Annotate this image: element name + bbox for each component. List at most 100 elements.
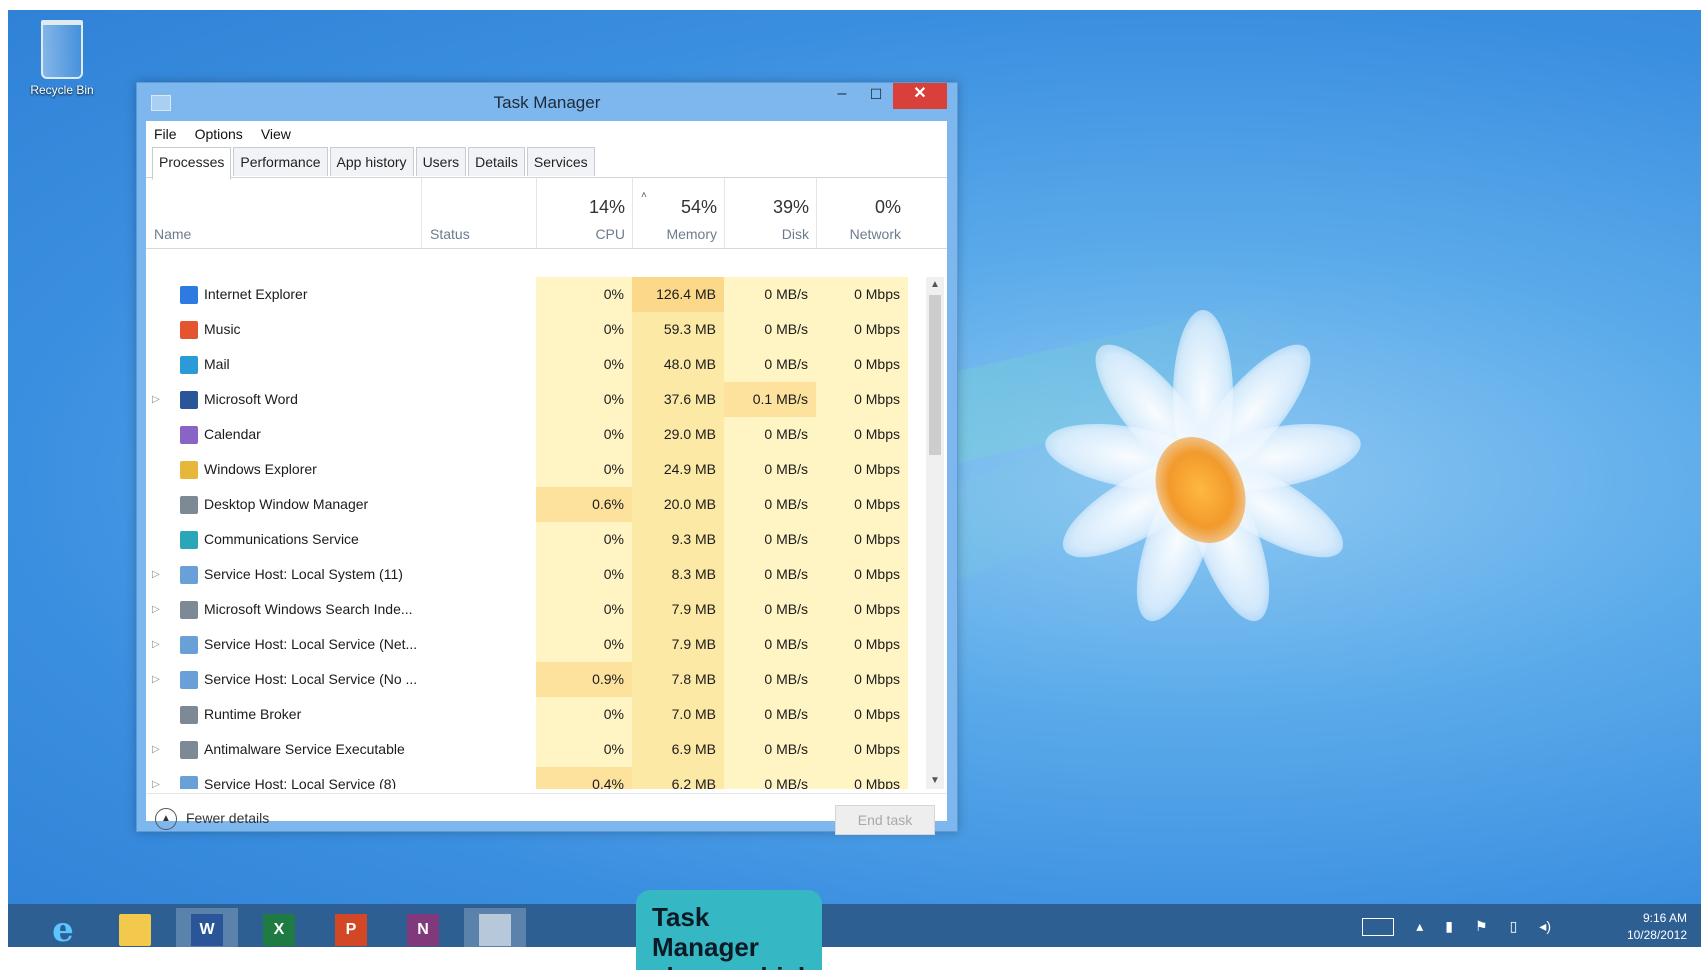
process-network: 0 Mbps xyxy=(816,522,908,557)
process-name: Music xyxy=(204,321,241,337)
table-row[interactable]: Windows Explorer 0% 24.9 MB 0 MB/s 0 Mbps xyxy=(146,452,922,487)
expand-arrow-icon[interactable] xyxy=(152,452,166,487)
column-disk[interactable]: 39% Disk xyxy=(724,178,817,248)
process-icon xyxy=(180,566,198,584)
expand-arrow-icon[interactable]: ▷ xyxy=(152,627,166,662)
chevron-up-icon[interactable]: ▲ xyxy=(155,808,177,830)
process-disk: 0 MB/s xyxy=(724,417,816,452)
process-cpu: 0.4% xyxy=(536,767,632,789)
expand-arrow-icon[interactable] xyxy=(152,697,166,732)
table-row[interactable]: ▷ Microsoft Word 0% 37.6 MB 0.1 MB/s 0 Mbps xyxy=(146,382,922,417)
internet-explorer-icon: e xyxy=(52,910,74,950)
process-name: Service Host: Local Service (8) xyxy=(204,776,397,789)
process-memory: 7.9 MB xyxy=(632,592,724,627)
scroll-down-icon[interactable]: ▼ xyxy=(926,773,944,789)
process-disk: 0 MB/s xyxy=(724,487,816,522)
minimize-button[interactable]: ‒ xyxy=(825,83,859,109)
table-row[interactable]: ▷ Service Host: Local Service (8) 0.4% 6.2 … xyxy=(146,767,922,789)
wallpaper-flower xyxy=(983,250,1403,670)
clock[interactable]: 9:16 AM 10/28/2012 xyxy=(1627,910,1687,944)
process-network: 0 Mbps xyxy=(816,662,908,697)
column-memory[interactable]: ˄ 54% Memory xyxy=(632,178,725,248)
table-row[interactable]: ▷ Service Host: Local Service (No ... 0.9%… xyxy=(146,662,922,697)
table-row[interactable]: Internet Explorer 0% 126.4 MB 0 MB/s 0 Mbps xyxy=(146,277,922,312)
process-cpu: 0% xyxy=(536,522,632,557)
menu-options[interactable]: Options xyxy=(195,126,243,142)
process-cpu: 0.6% xyxy=(536,487,632,522)
vertical-scrollbar[interactable]: ▲ ▼ xyxy=(926,277,944,789)
fewer-details-link[interactable]: Fewer details xyxy=(186,810,269,826)
tab-app-history[interactable]: App history xyxy=(329,147,414,176)
recycle-bin-shortcut[interactable]: Recycle Bin xyxy=(22,20,102,97)
volume-icon[interactable]: ◂) xyxy=(1539,918,1551,936)
expand-arrow-icon[interactable] xyxy=(152,347,166,382)
process-memory: 6.2 MB xyxy=(632,767,724,789)
process-name: Windows Explorer xyxy=(204,461,317,477)
end-task-button[interactable]: End task xyxy=(835,805,935,835)
expand-arrow-icon[interactable]: ▷ xyxy=(152,592,166,627)
tab-processes[interactable]: Processes xyxy=(152,147,232,180)
expand-arrow-icon[interactable]: ▷ xyxy=(152,557,166,592)
taskbar-onenote[interactable]: N xyxy=(392,908,454,947)
expand-arrow-icon[interactable] xyxy=(152,487,166,522)
process-icon xyxy=(180,776,198,789)
tab-users[interactable]: Users xyxy=(415,147,467,176)
table-row[interactable]: ▷ Antimalware Service Executable 0% 6.9 MB 0… xyxy=(146,732,922,767)
table-row[interactable]: Calendar 0% 29.0 MB 0 MB/s 0 Mbps xyxy=(146,417,922,452)
taskbar-excel[interactable]: X xyxy=(248,908,310,947)
taskbar-file-explorer[interactable] xyxy=(104,908,166,947)
process-network: 0 Mbps xyxy=(816,452,908,487)
expand-arrow-icon[interactable] xyxy=(152,312,166,347)
menu-bar: File Options View xyxy=(146,121,947,147)
tab-services[interactable]: Services xyxy=(526,147,595,176)
table-row[interactable]: ▷ Service Host: Local System (11) 0% 8.3 MB… xyxy=(146,557,922,592)
table-row[interactable]: Mail 0% 48.0 MB 0 MB/s 0 Mbps xyxy=(146,347,922,382)
process-memory: 126.4 MB xyxy=(632,277,724,312)
cpu-total: 14% xyxy=(588,197,625,217)
expand-arrow-icon[interactable]: ▷ xyxy=(152,732,166,767)
taskbar-word[interactable]: W xyxy=(176,908,238,947)
process-network: 0 Mbps xyxy=(816,592,908,627)
table-row[interactable]: Communications Service 0% 9.3 MB 0 MB/s 0 Mb… xyxy=(146,522,922,557)
table-row[interactable]: ▷ Microsoft Windows Search Inde... 0% 7.9 M… xyxy=(146,592,922,627)
scroll-thumb[interactable] xyxy=(929,295,941,455)
expand-arrow-icon[interactable] xyxy=(152,522,166,557)
process-name: Internet Explorer xyxy=(204,286,308,302)
process-memory: 59.3 MB xyxy=(632,312,724,347)
table-row[interactable]: Runtime Broker 0% 7.0 MB 0 MB/s 0 Mbps xyxy=(146,697,922,732)
expand-arrow-icon[interactable]: ▷ xyxy=(152,382,166,417)
powerpoint-icon: P xyxy=(335,914,367,946)
column-cpu[interactable]: 14% CPU xyxy=(536,178,633,248)
scroll-up-icon[interactable]: ▲ xyxy=(926,277,944,293)
expand-arrow-icon[interactable]: ▷ xyxy=(152,767,166,789)
battery-icon[interactable]: ▮ xyxy=(1445,918,1453,936)
table-row[interactable]: ▷ Service Host: Local Service (Net... 0% 7.… xyxy=(146,627,922,662)
menu-view[interactable]: View xyxy=(261,126,291,142)
process-icon xyxy=(180,461,198,479)
title-bar[interactable]: Task Manager ‒ ☐ ✕ xyxy=(137,83,957,121)
tab-performance[interactable]: Performance xyxy=(233,147,328,176)
expand-arrow-icon[interactable]: ▷ xyxy=(152,662,166,697)
process-cpu: 0% xyxy=(536,452,632,487)
process-cpu: 0% xyxy=(536,627,632,662)
table-row[interactable]: Music 0% 59.3 MB 0 MB/s 0 Mbps xyxy=(146,312,922,347)
process-disk: 0 MB/s xyxy=(724,662,816,697)
table-row[interactable]: Desktop Window Manager 0.6% 20.0 MB 0 MB/s 0… xyxy=(146,487,922,522)
column-status[interactable]: Status xyxy=(421,178,537,248)
column-name[interactable]: Name xyxy=(154,178,414,248)
close-button[interactable]: ✕ xyxy=(893,83,947,109)
tab-details[interactable]: Details xyxy=(468,147,525,176)
show-hidden-icons-icon[interactable]: ▴ xyxy=(1416,918,1423,936)
column-network[interactable]: 0% Network xyxy=(816,178,909,248)
taskbar-internet-explorer[interactable]: e xyxy=(32,908,94,947)
menu-file[interactable]: File xyxy=(154,126,177,142)
action-center-flag-icon[interactable]: ⚑ xyxy=(1475,918,1488,936)
network-icon[interactable]: ▯ xyxy=(1510,918,1518,936)
taskbar-task-manager[interactable] xyxy=(464,908,526,947)
keyboard-icon[interactable] xyxy=(1362,918,1395,936)
taskbar-powerpoint[interactable]: P xyxy=(320,908,382,947)
expand-arrow-icon[interactable] xyxy=(152,277,166,312)
task-manager-window: Task Manager ‒ ☐ ✕ File Options View Pro… xyxy=(136,82,958,835)
expand-arrow-icon[interactable] xyxy=(152,417,166,452)
maximize-button[interactable]: ☐ xyxy=(859,83,893,109)
